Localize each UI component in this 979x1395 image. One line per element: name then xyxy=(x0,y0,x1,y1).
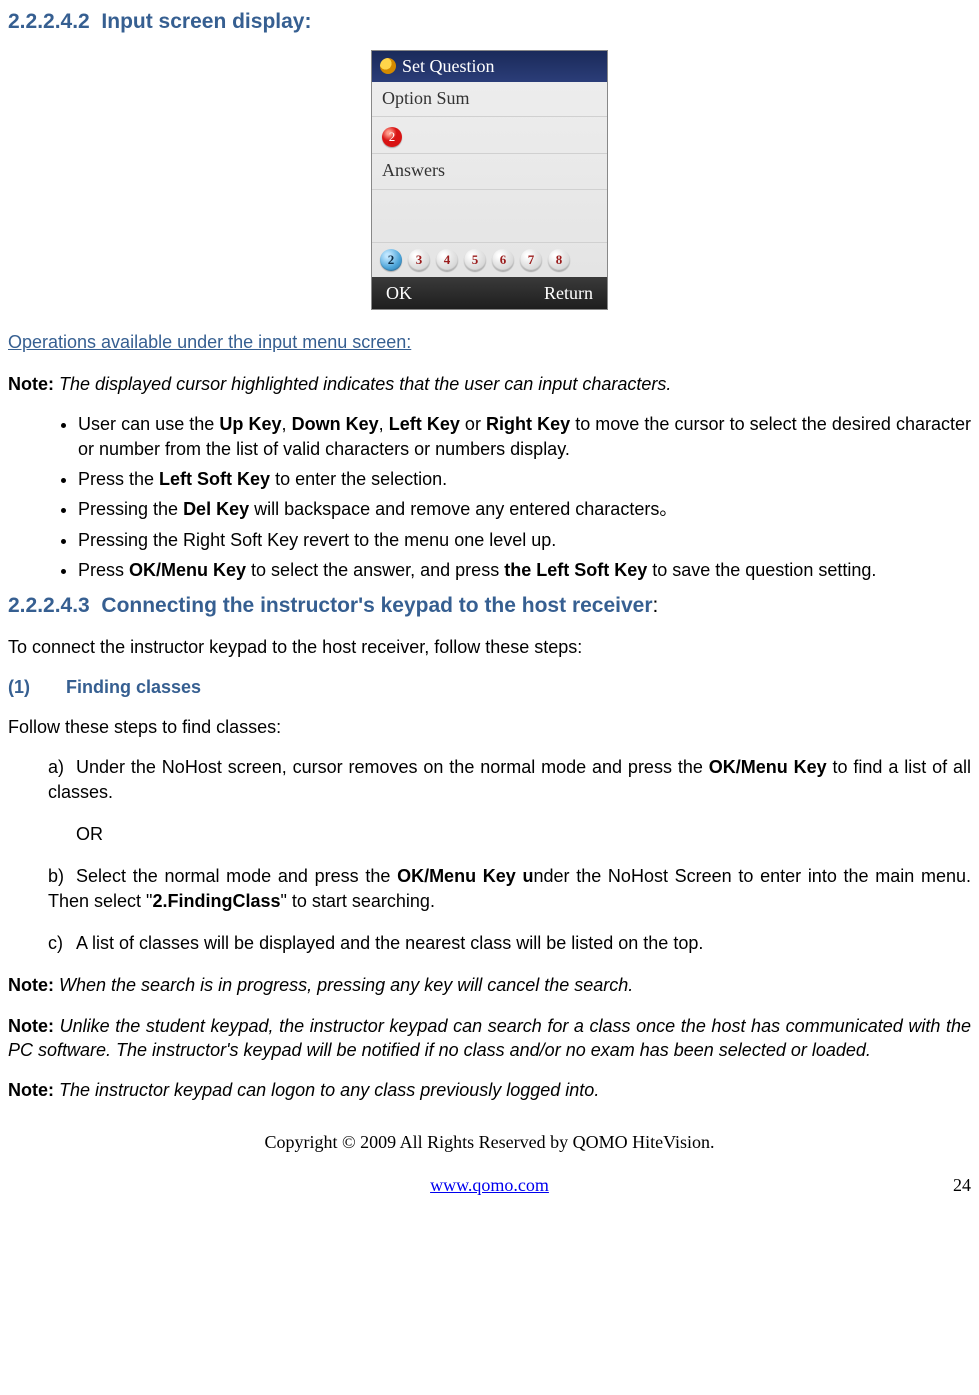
substep-number: (1) xyxy=(8,675,30,699)
device-softkey-bar: OK Return xyxy=(372,277,607,309)
text: " to start searching. xyxy=(280,891,434,911)
key-name: Right Key xyxy=(486,414,570,434)
list-item: User can use the Up Key, Down Key, Left … xyxy=(78,412,971,461)
list-item: Press the Left Soft Key to enter the sel… xyxy=(78,467,971,491)
text: Press the xyxy=(78,469,159,489)
step-b: b)Select the normal mode and press the O… xyxy=(48,864,971,913)
text: Under the NoHost screen, cursor removes … xyxy=(76,757,709,777)
page-number: 24 xyxy=(953,1173,971,1197)
text: , xyxy=(281,414,291,434)
text: will backspace and remove any entered ch… xyxy=(249,499,677,519)
device-number-row: 2 3 4 5 6 7 8 xyxy=(372,242,607,277)
key-name: Del Key xyxy=(183,499,249,519)
section-heading-input-screen: 2.2.2.4.2 Input screen display: xyxy=(8,8,971,36)
device-frame: Set Question Option Sum 2 Answers 2 3 4 … xyxy=(371,50,608,309)
device-row-option-sum: Option Sum xyxy=(372,82,607,117)
note-label: Note: xyxy=(8,374,54,394)
key-name: OK/Menu Key xyxy=(129,560,246,580)
text: to select the answer, and press xyxy=(246,560,504,580)
note-label: Note: xyxy=(8,975,54,995)
text: Select the normal mode and press the xyxy=(76,866,397,886)
selected-count-badge: 2 xyxy=(382,127,402,147)
text: to save the question setting. xyxy=(647,560,876,580)
colon: : xyxy=(653,594,659,617)
section-number: 2.2.2.4.2 xyxy=(8,10,90,33)
section-intro: To connect the instructor keypad to the … xyxy=(8,635,971,659)
text: A list of classes will be displayed and … xyxy=(76,933,703,953)
device-title: Set Question xyxy=(402,54,495,78)
substep-title: Finding classes xyxy=(66,677,201,697)
lettered-steps: a)Under the NoHost screen, cursor remove… xyxy=(8,755,971,804)
number-ball: 4 xyxy=(436,249,458,271)
note-logon: Note: The instructor keypad can logon to… xyxy=(8,1078,971,1102)
key-name: the Left Soft Key xyxy=(504,560,647,580)
step-letter: a) xyxy=(48,755,76,779)
menu-name: 2.FindingClass xyxy=(152,891,280,911)
substep-heading: (1) Finding classes xyxy=(8,675,971,699)
note-body: When the search is in progress, pressing… xyxy=(59,975,633,995)
key-name: OK/Menu Key xyxy=(709,757,827,777)
note-search-cancel: Note: When the search is in progress, pr… xyxy=(8,973,971,997)
step-letter: b) xyxy=(48,864,76,888)
number-ball: 6 xyxy=(492,249,514,271)
text: to enter the selection. xyxy=(270,469,447,489)
finding-intro: Follow these steps to find classes: xyxy=(8,715,971,739)
step-c: c)A list of classes will be displayed an… xyxy=(48,931,971,955)
text: Pressing the xyxy=(78,499,183,519)
note-label: Note: xyxy=(8,1016,54,1036)
copyright-text: Copyright © 2009 All Rights Reserved by … xyxy=(8,1130,971,1154)
note-label: Note: xyxy=(8,1080,54,1100)
section-heading-connecting: 2.2.2.4.3 Connecting the instructor's ke… xyxy=(8,592,971,620)
list-item: Pressing the Del Key will backspace and … xyxy=(78,497,971,521)
lettered-steps-cont: b)Select the normal mode and press the O… xyxy=(8,864,971,955)
note-body: Unlike the student keypad, the instructo… xyxy=(8,1016,971,1060)
number-ball: 8 xyxy=(548,249,570,271)
section-number: 2.2.2.4.3 xyxy=(8,594,90,617)
number-ball: 3 xyxy=(408,249,430,271)
device-softkey-ok: OK xyxy=(386,281,412,305)
step-a: a)Under the NoHost screen, cursor remove… xyxy=(48,755,971,804)
key-name: Up Key xyxy=(219,414,281,434)
section-title: Connecting the instructor's keypad to th… xyxy=(101,594,652,617)
device-softkey-return: Return xyxy=(544,281,593,305)
section-title: Input screen display: xyxy=(101,10,311,33)
key-name: Down Key xyxy=(292,414,379,434)
number-ball: 5 xyxy=(464,249,486,271)
device-body: Option Sum 2 Answers 2 3 4 5 6 7 8 xyxy=(372,82,607,277)
text: or xyxy=(460,414,486,434)
device-row-answers: Answers xyxy=(372,154,607,189)
key-name: OK/Menu Key u xyxy=(397,866,533,886)
footer-url-link[interactable]: www.qomo.com xyxy=(430,1173,549,1197)
operations-heading: Operations available under the input men… xyxy=(8,330,971,354)
operation-bullets: User can use the Up Key, Down Key, Left … xyxy=(8,412,971,582)
list-item: Pressing the Right Soft Key revert to th… xyxy=(78,528,971,552)
device-titlebar: Set Question xyxy=(372,51,607,81)
text: User can use the xyxy=(78,414,219,434)
text: , xyxy=(379,414,389,434)
key-name: Left Key xyxy=(389,414,460,434)
page-footer: Copyright © 2009 All Rights Reserved by … xyxy=(8,1130,971,1197)
note-instructor-search: Note: Unlike the student keypad, the ins… xyxy=(8,1014,971,1063)
number-ball: 7 xyxy=(520,249,542,271)
list-item: Press OK/Menu Key to select the answer, … xyxy=(78,558,971,582)
note-body: The instructor keypad can logon to any c… xyxy=(59,1080,599,1100)
or-separator: OR xyxy=(8,822,971,846)
text: Pressing the Right Soft Key revert to th… xyxy=(78,530,556,550)
number-ball: 2 xyxy=(380,249,402,271)
key-name: Left Soft Key xyxy=(159,469,270,489)
device-spacer xyxy=(372,190,607,242)
text: Press xyxy=(78,560,129,580)
device-screenshot: Set Question Option Sum 2 Answers 2 3 4 … xyxy=(8,50,971,309)
note-cursor: Note: The displayed cursor highlighted i… xyxy=(8,372,971,396)
device-badge-row: 2 xyxy=(372,117,607,154)
note-body: The displayed cursor highlighted indicat… xyxy=(59,374,671,394)
step-letter: c) xyxy=(48,931,76,955)
set-question-icon xyxy=(380,58,396,74)
